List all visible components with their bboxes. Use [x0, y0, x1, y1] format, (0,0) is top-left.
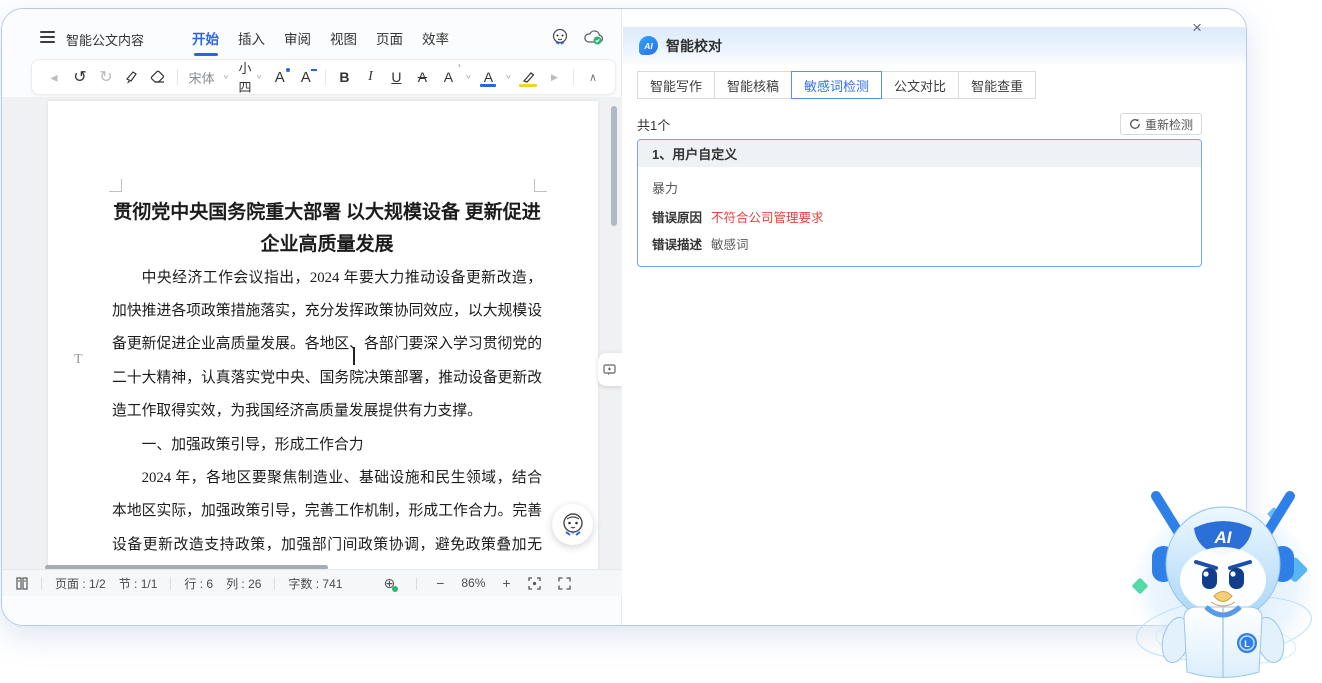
hamburger-menu-icon[interactable]	[40, 31, 55, 43]
status-line: 行 : 6	[184, 576, 214, 591]
italic-button[interactable]: I	[358, 65, 382, 89]
zoom-in-button[interactable]: +	[502, 575, 510, 591]
tab-smart-review[interactable]: 智能核稿	[714, 71, 793, 99]
highlight-color-button[interactable]	[516, 65, 540, 89]
issue-card-header[interactable]: 1、用户自定义	[638, 140, 1201, 167]
recheck-button[interactable]: 重新检测	[1119, 113, 1202, 135]
format-toolbar: ◂ ↺ ↻ 宋体˅ 小四˅ A A B I U A A ˅	[31, 59, 616, 95]
issue-card[interactable]: 1、用户自定义 暴力 错误原因 不符合公司管理要求 错误描述 敏感词	[637, 139, 1202, 267]
refresh-icon	[1130, 118, 1140, 129]
doc-subheading: 一、加强政策引导，形成工作合力	[141, 436, 364, 453]
fit-page-icon[interactable]	[527, 576, 541, 590]
editor-pane: 智能公文内容 开始 插入 审阅 视图 页面 效率 ◂ ↺ ↻ 宋体 ˅ 小四 ˅…	[2, 9, 622, 625]
tab-smart-writing[interactable]: 智能写作	[637, 71, 716, 99]
tab-document-compare[interactable]: 公文对比	[881, 71, 960, 99]
text-effects-dropdown-icon[interactable]: ˅	[462, 65, 474, 89]
spellcheck-globe-icon[interactable]: ⊕	[383, 575, 399, 592]
status-column: 列 : 26	[226, 576, 262, 591]
margin-text-marker: T	[74, 352, 83, 367]
error-reason-value: 不符合公司管理要求	[711, 211, 824, 225]
document-title-label: 智能公文内容	[66, 33, 145, 48]
document-page[interactable]: 贯彻党中央国务院重大部署 以大规模设备 更新促进企业高质量发展 中央经济工作会议…	[48, 101, 598, 572]
status-section[interactable]: 节 : 1/1	[119, 575, 158, 592]
close-icon[interactable]: ×	[1192, 18, 1202, 38]
status-page[interactable]: 页面 : 1/2	[55, 575, 106, 592]
result-count: 共1个	[637, 117, 671, 133]
error-desc-label: 错误描述	[652, 238, 703, 252]
ai-logo-icon: AI	[639, 36, 658, 55]
strikethrough-button[interactable]: A	[410, 65, 434, 89]
increase-font-size-button[interactable]: A	[268, 65, 292, 89]
text-cursor	[353, 347, 355, 365]
text-effects-button[interactable]: A	[436, 64, 461, 89]
redo-icon[interactable]: ↻	[94, 65, 118, 89]
menu-tab-insert[interactable]: 插入	[238, 28, 265, 56]
assistant-avatar-button[interactable]	[552, 504, 593, 545]
zoom-out-button[interactable]: −	[436, 575, 444, 591]
chevron-down-icon: ˅	[223, 73, 229, 81]
doc-paragraph: 2024 年，各地区要聚焦制造业、基础设施和民生领域，结合本地区实际，加强政策引…	[112, 470, 542, 572]
toolbar-back-icon[interactable]: ◂	[42, 65, 66, 89]
error-reason-label: 错误原因	[652, 211, 703, 225]
editor-titlebar: 智能公文内容 开始 插入 审阅 视图 页面 效率	[2, 23, 621, 53]
assistant-mascot-icon[interactable]	[550, 27, 570, 47]
page-layout-icon[interactable]	[16, 576, 28, 590]
bold-button[interactable]: B	[332, 65, 356, 89]
sensitive-term: 暴力	[652, 181, 679, 196]
fullscreen-icon[interactable]	[557, 576, 571, 590]
mascot-badge-label: L	[1244, 639, 1250, 649]
panel-header: AI 智能校对	[623, 27, 1246, 64]
menu-tab-home[interactable]: 开始	[192, 28, 219, 56]
undo-icon[interactable]: ↺	[68, 65, 92, 89]
menu-tab-efficiency[interactable]: 效率	[422, 28, 449, 56]
doc-heading: 贯彻党中央国务院重大部署 以大规模设备 更新促进企业高质量发展	[113, 202, 541, 256]
menu-tab-review[interactable]: 审阅	[284, 28, 311, 56]
panel-title: 智能校对	[666, 37, 722, 54]
font-family-select[interactable]: 宋体 ˅	[185, 65, 233, 89]
margin-crop-mark	[109, 179, 122, 192]
status-word-count[interactable]: 字数 : 741	[288, 575, 342, 592]
chevron-down-icon: ˅	[256, 73, 262, 81]
decrease-font-size-button[interactable]: A	[294, 65, 318, 89]
font-color-dropdown-icon[interactable]: ˅	[502, 65, 514, 89]
tab-sensitive-word-detection[interactable]: 敏感词检测	[791, 71, 883, 99]
doc-paragraph: 中央经济工作会议指出，2024 年要大力推动设备更新改造，加快推进各项政策措施落…	[112, 269, 542, 420]
tab-smart-dedup[interactable]: 智能查重	[958, 71, 1037, 99]
panel-tabs: 智能写作 智能核稿 敏感词检测 公文对比 智能查重	[637, 71, 1037, 99]
format-painter-icon[interactable]	[120, 65, 144, 89]
ai-proofread-panel: AI 智能校对 × 智能写作 智能核稿 敏感词检测 公文对比 智能查重 共1个 …	[623, 9, 1246, 625]
status-bar: 页面 : 1/2 节 : 1/1 行 : 6 列 : 26 字数 : 741 ⊕…	[2, 569, 622, 596]
menu-tab-page[interactable]: 页面	[376, 28, 403, 56]
underline-button[interactable]: U	[384, 65, 408, 89]
vertical-scrollbar[interactable]	[611, 106, 617, 226]
eraser-icon[interactable]	[146, 65, 170, 89]
toolbar-more-icon[interactable]: ▶	[542, 65, 566, 89]
collapse-toolbar-icon[interactable]: ∧	[581, 65, 605, 89]
font-color-button[interactable]: A	[476, 65, 500, 89]
ribbon-menu: 开始 插入 审阅 视图 页面 效率	[192, 28, 449, 56]
error-desc-value: 敏感词	[711, 238, 749, 252]
font-size-select[interactable]: 小四 ˅	[235, 61, 266, 95]
menu-tab-view[interactable]: 视图	[330, 28, 357, 56]
zoom-level[interactable]: 86%	[461, 576, 485, 590]
margin-crop-mark	[534, 179, 547, 192]
cloud-saved-icon[interactable]	[584, 29, 605, 46]
comment-handle-button[interactable]	[598, 353, 622, 386]
document-canvas[interactable]: 贯彻党中央国务院重大部署 以大规模设备 更新促进企业高质量发展 中央经济工作会议…	[2, 97, 622, 572]
app-window: 智能公文内容 开始 插入 审阅 视图 页面 效率 ◂ ↺ ↻ 宋体 ˅ 小四 ˅…	[1, 8, 1247, 626]
